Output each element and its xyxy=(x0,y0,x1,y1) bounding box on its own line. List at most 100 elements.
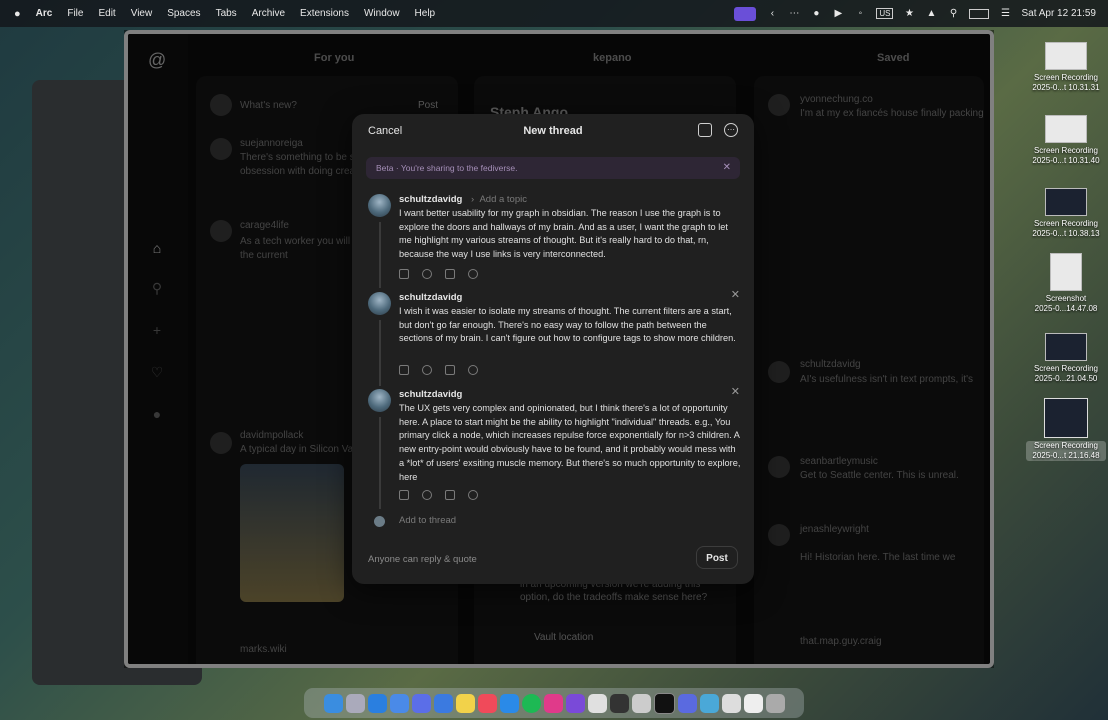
search-icon[interactable]: ⚲ xyxy=(947,8,959,19)
add-topic-button[interactable]: › Add a topic xyxy=(471,194,527,205)
trash-icon[interactable] xyxy=(765,693,785,713)
post-tools xyxy=(399,365,478,375)
remove-post-icon[interactable]: ✕ xyxy=(731,288,740,301)
file-thumbnail xyxy=(1045,188,1087,216)
post-text-input[interactable]: I wish it was easier to isolate my strea… xyxy=(399,305,741,346)
file-thumbnail xyxy=(1044,398,1088,438)
close-icon[interactable]: ✕ xyxy=(723,162,731,173)
modal-title: New thread xyxy=(523,125,583,137)
file-thumbnail xyxy=(1050,253,1082,291)
safari-icon[interactable] xyxy=(367,693,387,713)
menu-tabs[interactable]: Tabs xyxy=(216,8,237,19)
desktop-file[interactable]: Screen Recording 2025-0...t 10.38.13 xyxy=(1026,188,1106,239)
preview-icon[interactable] xyxy=(631,693,651,713)
post-username: schultzdavidg xyxy=(399,292,463,303)
desktop-file[interactable]: Screen Recording 2025-0...21.04.50 xyxy=(1026,333,1106,384)
slack-icon[interactable] xyxy=(587,693,607,713)
gif-icon[interactable] xyxy=(422,490,432,500)
file-label: Screen Recording xyxy=(1033,364,1099,373)
desktop-file[interactable]: Screen Recording 2025-0...t 10.31.40 xyxy=(1026,115,1106,166)
add-to-thread-button[interactable]: Add to thread xyxy=(399,515,456,526)
launchpad-icon[interactable] xyxy=(345,693,365,713)
play-icon[interactable]: ▶ xyxy=(832,8,844,19)
location-icon[interactable] xyxy=(468,365,478,375)
file-thumbnail xyxy=(1045,42,1087,70)
desktop-file[interactable]: Screenshot 2025-0...14.47.08 xyxy=(1026,253,1106,314)
more-icon[interactable]: ⋯ xyxy=(724,123,738,137)
image-icon[interactable] xyxy=(399,365,409,375)
file-label: 2025-0...14.47.08 xyxy=(1034,304,1098,313)
thread-line xyxy=(379,320,381,386)
input-source[interactable]: US xyxy=(876,8,894,19)
thread-line xyxy=(379,417,381,509)
downloads-icon[interactable] xyxy=(743,693,763,713)
avatar xyxy=(368,194,391,217)
menu-edit[interactable]: Edit xyxy=(98,8,115,19)
menu-view[interactable]: View xyxy=(131,8,153,19)
file-thumbnail xyxy=(1045,115,1087,143)
file-label: Screen Recording xyxy=(1033,73,1099,82)
image-icon[interactable] xyxy=(399,269,409,279)
desktop-file-selected[interactable]: Screen Recording 2025-0...t 21.16.48 xyxy=(1026,398,1106,461)
gif-icon[interactable] xyxy=(422,269,432,279)
bluetooth-icon[interactable]: ★ xyxy=(903,8,915,19)
desktop-file[interactable]: Screen Recording 2025-0...t 10.31.31 xyxy=(1026,42,1106,93)
file-label: 2025-0...t 10.31.31 xyxy=(1032,83,1100,92)
screen-share-icon[interactable] xyxy=(734,6,757,21)
dots-icon[interactable]: ⋯ xyxy=(788,8,800,19)
spotify-icon[interactable] xyxy=(521,693,541,713)
file-thumbnail xyxy=(1045,333,1087,361)
zoom-icon[interactable] xyxy=(389,693,409,713)
user-icon[interactable]: ● xyxy=(810,8,822,19)
arc-icon[interactable] xyxy=(699,693,719,713)
poll-icon[interactable] xyxy=(445,365,455,375)
image-icon[interactable] xyxy=(399,490,409,500)
threads-icon[interactable] xyxy=(609,693,629,713)
wifi-icon[interactable]: ▲ xyxy=(925,8,937,19)
remove-post-icon[interactable]: ✕ xyxy=(731,385,740,398)
menu-spaces[interactable]: Spaces xyxy=(167,8,200,19)
music-icon[interactable] xyxy=(477,693,497,713)
new-thread-modal: Cancel New thread ⋯ Beta · You're sharin… xyxy=(352,114,754,584)
menu-window[interactable]: Window xyxy=(364,8,400,19)
menu-extensions[interactable]: Extensions xyxy=(300,8,349,19)
finder-icon[interactable] xyxy=(323,693,343,713)
avatar xyxy=(368,292,391,315)
discord-icon[interactable] xyxy=(411,693,431,713)
file-label: Screen Recording 2025-0...t 21.16.48 xyxy=(1026,441,1106,461)
notes-icon[interactable] xyxy=(455,693,475,713)
gif-icon[interactable] xyxy=(422,365,432,375)
drafts-icon[interactable] xyxy=(698,123,712,137)
menu-help[interactable]: Help xyxy=(415,8,436,19)
post-text-input[interactable]: I want better usability for my graph in … xyxy=(399,207,741,262)
battery-icon[interactable] xyxy=(969,8,990,19)
file-label: 2025-0...t 10.31.40 xyxy=(1032,156,1100,165)
menu-file[interactable]: File xyxy=(67,8,83,19)
chatgpt-icon[interactable] xyxy=(653,692,675,714)
figma-icon[interactable] xyxy=(543,693,563,713)
reply-settings[interactable]: Anyone can reply & quote xyxy=(368,554,477,565)
apple-icon[interactable]: ● xyxy=(14,8,21,20)
menu-arc[interactable]: Arc xyxy=(36,8,53,19)
avatar xyxy=(368,389,391,412)
file-label: Screen Recording xyxy=(1033,146,1099,155)
post-text-input[interactable]: The UX gets very complex and opinionated… xyxy=(399,402,741,484)
obsidian-icon[interactable] xyxy=(565,693,585,713)
chevron-left-icon[interactable]: ‹ xyxy=(766,8,778,19)
settings-icon[interactable] xyxy=(677,693,697,713)
location-icon[interactable] xyxy=(468,490,478,500)
post-button[interactable]: Post xyxy=(696,546,738,569)
location-icon[interactable] xyxy=(468,269,478,279)
file-label: Screenshot xyxy=(1045,294,1087,303)
app-store-icon[interactable] xyxy=(499,693,519,713)
document-icon[interactable] xyxy=(721,693,741,713)
clock[interactable]: Sat Apr 12 21:59 xyxy=(1021,8,1096,19)
mail-icon[interactable] xyxy=(433,693,453,713)
dock xyxy=(304,688,804,718)
poll-icon[interactable] xyxy=(445,490,455,500)
menu-archive[interactable]: Archive xyxy=(252,8,285,19)
poll-icon[interactable] xyxy=(445,269,455,279)
headphones-icon[interactable]: ◦ xyxy=(854,8,866,19)
control-center-icon[interactable]: ☰ xyxy=(999,8,1011,19)
post-tools xyxy=(399,490,478,500)
